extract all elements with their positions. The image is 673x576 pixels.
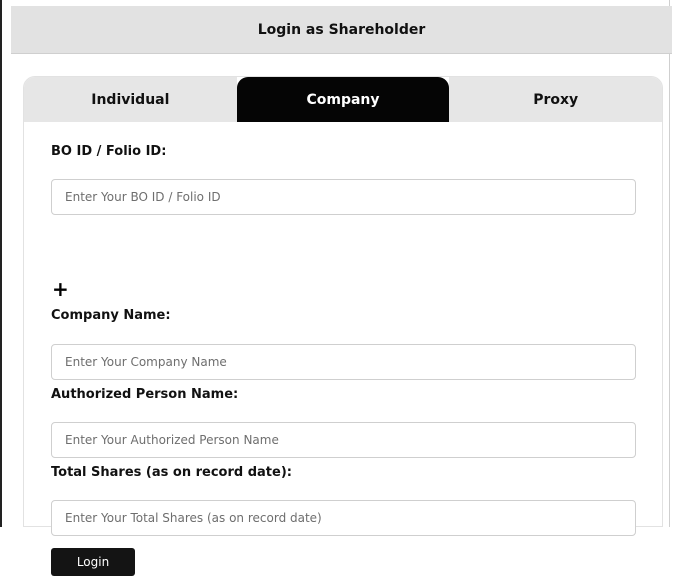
authorized-person-input[interactable]: [51, 422, 636, 458]
total-shares-input[interactable]: [51, 500, 636, 536]
company-name-input[interactable]: [51, 344, 636, 380]
bo-id-group: BO ID / Folio ID:: [51, 143, 166, 161]
authorized-person-label: Authorized Person Name:: [51, 387, 239, 402]
bo-id-input[interactable]: [51, 179, 636, 215]
company-name-label: Company Name:: [51, 308, 171, 323]
login-type-tabs: Individual Company Proxy: [24, 77, 663, 122]
bo-id-label: BO ID / Folio ID:: [51, 144, 167, 159]
tab-individual[interactable]: Individual: [24, 77, 237, 122]
login-card: Individual Company Proxy BO ID / Folio I…: [23, 76, 663, 576]
page-title: Login as Shareholder: [257, 21, 426, 38]
total-shares-label: Total Shares (as on record date):: [51, 465, 292, 480]
page-header: Login as Shareholder: [11, 6, 672, 54]
tab-company[interactable]: Company: [236, 77, 450, 122]
plus-icon[interactable]: +: [52, 279, 69, 299]
login-button[interactable]: Login: [51, 548, 135, 576]
tab-proxy[interactable]: Proxy: [449, 77, 663, 122]
